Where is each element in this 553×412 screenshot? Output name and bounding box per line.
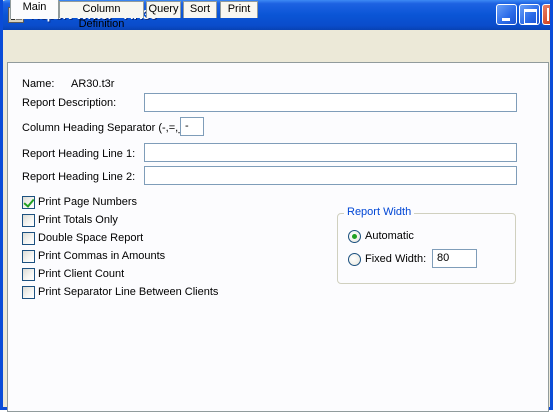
report-heading-line1-input[interactable]: [144, 143, 517, 162]
close-button[interactable]: [542, 4, 550, 25]
name-value: AR30.t3r: [71, 78, 115, 90]
maximize-button[interactable]: [519, 4, 540, 25]
tab-query[interactable]: Query: [146, 1, 181, 18]
automatic-label: Automatic: [365, 230, 414, 242]
fixed-width-label: Fixed Width:: [365, 253, 427, 265]
checkbox-icon[interactable]: [22, 268, 35, 281]
tab-main[interactable]: Main: [10, 0, 59, 19]
tab-print[interactable]: Print: [220, 1, 258, 18]
radio-icon[interactable]: [348, 253, 361, 266]
report-heading-line2-label: Report Heading Line 2:: [22, 171, 136, 183]
print-client-count-label: Print Client Count: [38, 268, 125, 280]
checkbox-icon[interactable]: [22, 214, 35, 227]
checkbox-icon[interactable]: [22, 286, 35, 299]
fixed-width-input[interactable]: 80: [432, 249, 477, 268]
print-commas-label: Print Commas in Amounts: [38, 250, 166, 262]
print-page-numbers-label: Print Page Numbers: [38, 196, 138, 208]
report-width-group: [337, 213, 516, 284]
radio-selected-icon[interactable]: [348, 230, 361, 243]
column-heading-separator-input[interactable]: -: [180, 117, 204, 136]
checkbox-checked-icon[interactable]: [22, 196, 35, 209]
report-heading-line1-label: Report Heading Line 1:: [22, 148, 136, 160]
double-space-report-label: Double Space Report: [38, 232, 144, 244]
print-totals-only-label: Print Totals Only: [38, 214, 118, 226]
report-heading-line2-input[interactable]: [144, 166, 517, 185]
name-label: Name:: [22, 78, 55, 90]
report-width-group-title: Report Width: [344, 206, 415, 218]
report-description-label: Report Description:: [22, 97, 117, 109]
column-heading-separator-label: Column Heading Separator (-,=,_):: [22, 122, 192, 134]
checkbox-icon[interactable]: [22, 232, 35, 245]
checkbox-icon[interactable]: [22, 250, 35, 263]
report-description-input[interactable]: [144, 93, 517, 112]
tab-column-definition[interactable]: Column Definition: [59, 1, 144, 30]
print-separator-line-label: Print Separator Line Between Clients: [38, 286, 219, 298]
minimize-button[interactable]: [496, 4, 517, 25]
tab-sort[interactable]: Sort: [183, 1, 217, 18]
